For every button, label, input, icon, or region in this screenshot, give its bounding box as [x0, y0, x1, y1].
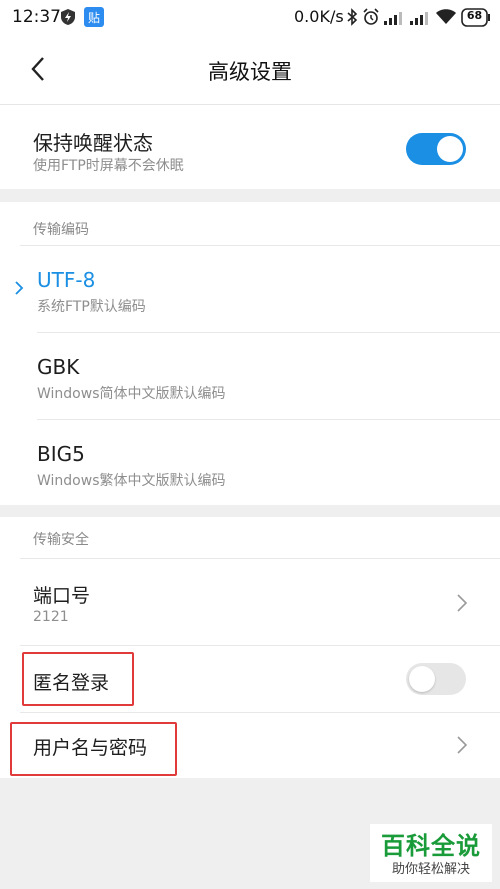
battery-icon: 68: [461, 8, 491, 32]
chevron-right-icon: [456, 735, 468, 759]
encoding-name: BIG5: [37, 442, 85, 466]
anonymous-login-toggle[interactable]: [406, 663, 466, 695]
encoding-desc: Windows繁体中文版默认编码: [37, 473, 226, 489]
port-value: 2121: [33, 609, 69, 625]
svg-text:贴: 贴: [88, 11, 100, 25]
app-bar: 高级设置: [0, 36, 500, 105]
status-bar: 12:37 贴 0.0K/s 68: [0, 0, 500, 36]
keep-awake-title: 保持唤醒状态: [33, 131, 153, 155]
shield-icon: [60, 8, 76, 31]
keep-awake-toggle[interactable]: [406, 133, 466, 165]
net-speed: 0.0K/s: [294, 7, 344, 26]
encoding-desc: Windows简体中文版默认编码: [37, 386, 226, 402]
encoding-section: 传输编码 UTF-8 系统FTP默认编码 GBK Windows简体中文版默认编…: [0, 202, 500, 505]
chevron-right-icon: [456, 593, 468, 617]
alarm-icon: [362, 8, 380, 31]
signal-icon: [384, 10, 406, 30]
toggle-knob: [437, 136, 463, 162]
toggle-knob: [409, 666, 435, 692]
encoding-name: GBK: [37, 355, 80, 379]
status-time: 12:37: [12, 7, 61, 27]
highlight-box: [22, 652, 134, 706]
highlight-box: [10, 722, 177, 776]
port-setting[interactable]: 端口号 2121: [0, 559, 500, 645]
keep-awake-subtitle: 使用FTP时屏幕不会休眠: [33, 158, 184, 174]
bluetooth-icon: [346, 8, 358, 31]
encoding-header: 传输编码: [33, 222, 89, 238]
watermark-logo: 百科全说 助你轻松解决: [370, 824, 492, 882]
wifi-icon: [436, 9, 456, 30]
watermark-subtitle: 助你轻松解决: [391, 862, 470, 877]
encoding-desc: 系统FTP默认编码: [37, 299, 146, 315]
watermark-title: 百科全说: [381, 832, 481, 860]
page-title: 高级设置: [208, 60, 292, 84]
encoding-name: UTF-8: [37, 268, 96, 292]
signal-icon: [410, 10, 432, 30]
security-header: 传输安全: [33, 532, 89, 548]
encoding-option-big5[interactable]: BIG5 Windows繁体中文版默认编码: [0, 420, 500, 505]
keep-awake-setting[interactable]: 保持唤醒状态 使用FTP时屏幕不会休眠: [0, 105, 500, 189]
notification-badge-icon: 贴: [84, 7, 104, 32]
encoding-option-gbk[interactable]: GBK Windows简体中文版默认编码: [0, 333, 500, 419]
battery-level: 68: [466, 9, 483, 22]
encoding-option-utf8[interactable]: UTF-8 系统FTP默认编码: [0, 246, 500, 332]
selected-chevron-icon: [14, 280, 24, 300]
port-title: 端口号: [33, 585, 91, 607]
